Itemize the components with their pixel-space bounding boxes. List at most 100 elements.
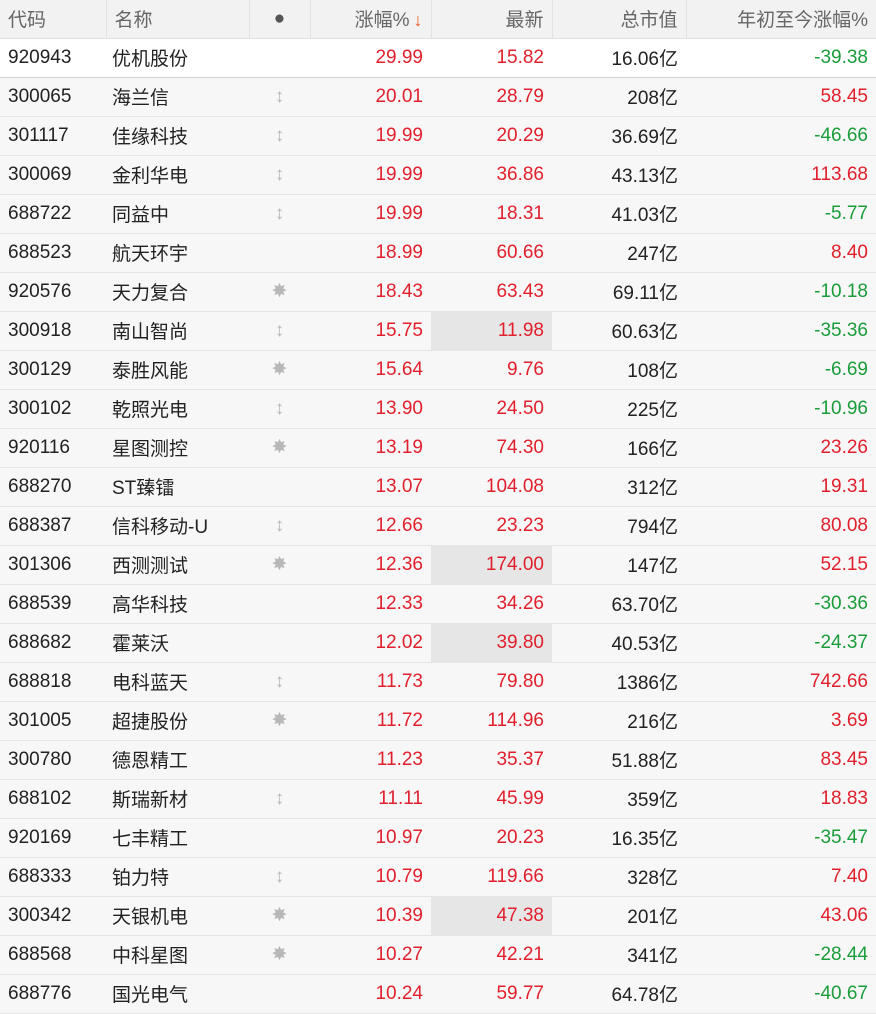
column-header-name[interactable]: 名称 — [106, 0, 250, 39]
column-header-market-cap[interactable]: 总市值 — [552, 0, 687, 39]
change-pct: 19.99 — [310, 155, 431, 195]
ytd-change: 3.69 — [686, 701, 876, 741]
table-row[interactable]: 920576 天力复合 ✸ 18.43 63.43 69.11亿 -10.18 — [0, 272, 876, 312]
ytd-change: -28.44 — [686, 935, 876, 975]
change-pct: 15.64 — [310, 350, 431, 390]
latest-price: 20.23 — [431, 818, 552, 858]
stock-name: 电科蓝天 — [106, 662, 249, 702]
stock-name: 信科移动-U — [106, 506, 249, 546]
ytd-change: -6.69 — [686, 350, 876, 390]
table-row[interactable]: 301005 超捷股份 ✸ 11.72 114.96 216亿 3.69 — [0, 701, 876, 741]
stock-code: 300342 — [0, 896, 106, 936]
stock-code: 688722 — [0, 194, 106, 234]
table-row[interactable]: 688722 同益中 ↕ 19.99 18.31 41.03亿 -5.77 — [0, 194, 876, 234]
change-pct: 10.39 — [310, 896, 431, 936]
table-row[interactable]: 300129 泰胜风能 ✸ 15.64 9.76 108亿 -6.69 — [0, 350, 876, 390]
stock-code: 300780 — [0, 740, 106, 780]
change-pct: 11.72 — [310, 701, 431, 741]
latest-price: 15.82 — [431, 38, 552, 78]
change-pct: 10.79 — [310, 857, 431, 897]
table-row[interactable]: 920169 七丰精工 10.97 20.23 16.35亿 -35.47 — [0, 818, 876, 858]
latest-price: 119.66 — [431, 857, 552, 897]
market-cap: 147亿 — [552, 545, 686, 585]
table-row[interactable]: 688333 铂力特 ↕ 10.79 119.66 328亿 7.40 — [0, 857, 876, 897]
market-cap: 69.11亿 — [552, 272, 686, 312]
stock-name: 乾照光电 — [106, 389, 249, 429]
market-cap: 328亿 — [552, 857, 686, 897]
latest-price: 18.31 — [431, 194, 552, 234]
change-pct: 12.66 — [310, 506, 431, 546]
change-pct: 10.27 — [310, 935, 431, 975]
ytd-change: 7.40 — [686, 857, 876, 897]
table-row[interactable]: 300780 德恩精工 11.23 35.37 51.88亿 83.45 — [0, 740, 876, 780]
table-row[interactable]: 300342 天银机电 ✸ 10.39 47.38 201亿 43.06 — [0, 896, 876, 936]
latest-price: 34.26 — [431, 584, 552, 624]
stock-code: 688818 — [0, 662, 106, 702]
table-row[interactable]: 688539 高华科技 12.33 34.26 63.70亿 -30.36 — [0, 584, 876, 624]
stock-code: 688539 — [0, 584, 106, 624]
market-cap: 341亿 — [552, 935, 686, 975]
stock-name: 金利华电 — [106, 155, 249, 195]
column-header-change-pct[interactable]: 涨幅% ↓ — [310, 0, 432, 39]
table-row[interactable]: 688818 电科蓝天 ↕ 11.73 79.80 1386亿 742.66 — [0, 662, 876, 702]
table-row[interactable]: 300102 乾照光电 ↕ 13.90 24.50 225亿 -10.96 — [0, 389, 876, 429]
table-row[interactable]: 688523 航天环宇 18.99 60.66 247亿 8.40 — [0, 233, 876, 273]
ytd-change: -40.67 — [686, 974, 876, 1014]
stock-name: 德恩精工 — [106, 740, 249, 780]
latest-price: 24.50 — [431, 389, 552, 429]
stock-code: 688568 — [0, 935, 106, 975]
column-header-latest[interactable]: 最新 — [431, 0, 553, 39]
ytd-change: 58.45 — [686, 77, 876, 117]
market-cap: 216亿 — [552, 701, 686, 741]
table-row[interactable]: 920943 优机股份 29.99 15.82 16.06亿 -39.38 — [0, 38, 876, 78]
up-down-arrow-icon: ↕ — [249, 116, 310, 156]
up-down-arrow-icon: ↕ — [249, 194, 310, 234]
stock-name: 航天环宇 — [106, 233, 249, 273]
stock-name: ST臻镭 — [106, 467, 249, 507]
table-row[interactable]: 688776 国光电气 10.24 59.77 64.78亿 -40.67 — [0, 974, 876, 1014]
table-row[interactable]: 688682 霍莱沃 12.02 39.80 40.53亿 -24.37 — [0, 623, 876, 663]
stock-name: 七丰精工 — [106, 818, 249, 858]
table-row[interactable]: 688102 斯瑞新材 ↕ 11.11 45.99 359亿 18.83 — [0, 779, 876, 819]
table-row[interactable]: 300065 海兰信 ↕ 20.01 28.79 208亿 58.45 — [0, 77, 876, 117]
column-header-ytd-change[interactable]: 年初至今涨幅% — [686, 0, 876, 39]
empty-icon-slot — [249, 974, 310, 1014]
up-down-arrow-icon: ↕ — [249, 857, 310, 897]
change-pct: 18.43 — [310, 272, 431, 312]
market-cap: 63.70亿 — [552, 584, 686, 624]
market-cap: 16.35亿 — [552, 818, 686, 858]
change-pct: 11.23 — [310, 740, 431, 780]
table-row[interactable]: 920116 星图测控 ✸ 13.19 74.30 166亿 23.26 — [0, 428, 876, 468]
ytd-change: -35.36 — [686, 311, 876, 351]
up-down-arrow-icon: ↕ — [249, 779, 310, 819]
column-header-marker[interactable]: ● — [249, 0, 311, 39]
ytd-change: 80.08 — [686, 506, 876, 546]
table-row[interactable]: 688568 中科星图 ✸ 10.27 42.21 341亿 -28.44 — [0, 935, 876, 975]
table-row[interactable]: 301306 西测测试 ✸ 12.36 174.00 147亿 52.15 — [0, 545, 876, 585]
column-header-code[interactable]: 代码 — [0, 0, 107, 39]
market-cap: 43.13亿 — [552, 155, 686, 195]
stock-name: 佳缘科技 — [106, 116, 249, 156]
table-row[interactable]: 688387 信科移动-U ↕ 12.66 23.23 794亿 80.08 — [0, 506, 876, 546]
stock-code: 688682 — [0, 623, 106, 663]
market-cap: 166亿 — [552, 428, 686, 468]
ytd-change: 83.45 — [686, 740, 876, 780]
market-cap: 51.88亿 — [552, 740, 686, 780]
latest-price: 104.08 — [431, 467, 552, 507]
ytd-change: -10.96 — [686, 389, 876, 429]
table-row[interactable]: 300069 金利华电 ↕ 19.99 36.86 43.13亿 113.68 — [0, 155, 876, 195]
market-cap: 36.69亿 — [552, 116, 686, 156]
market-cap: 225亿 — [552, 389, 686, 429]
ytd-change: -39.38 — [686, 38, 876, 78]
latest-price: 79.80 — [431, 662, 552, 702]
table-row[interactable]: 300918 南山智尚 ↕ 15.75 11.98 60.63亿 -35.36 — [0, 311, 876, 351]
stock-name: 高华科技 — [106, 584, 249, 624]
table-row[interactable]: 688270 ST臻镭 13.07 104.08 312亿 19.31 — [0, 467, 876, 507]
stock-code: 300918 — [0, 311, 106, 351]
empty-icon-slot — [249, 467, 310, 507]
ytd-change: -5.77 — [686, 194, 876, 234]
table-row[interactable]: 301117 佳缘科技 ↕ 19.99 20.29 36.69亿 -46.66 — [0, 116, 876, 156]
market-cap: 247亿 — [552, 233, 686, 273]
stock-code: 301117 — [0, 116, 106, 156]
star-burst-icon: ✸ — [249, 428, 310, 468]
